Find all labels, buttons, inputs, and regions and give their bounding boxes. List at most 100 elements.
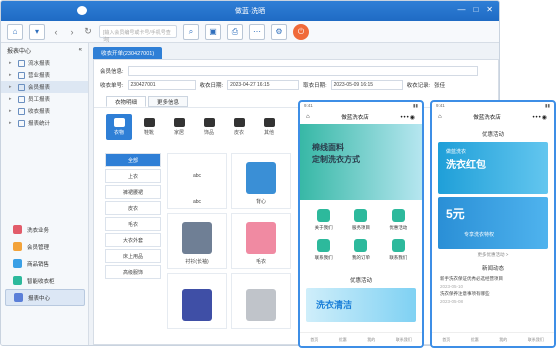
tabbar-home[interactable]: 首页 (310, 337, 318, 343)
more-icon[interactable]: ⋯ (249, 23, 265, 40)
member-field[interactable] (127, 66, 478, 76)
feature-about[interactable]: 关于我们 (306, 206, 341, 234)
tabbar-promo[interactable]: 优惠 (339, 337, 347, 343)
minimize-button[interactable]: — (457, 5, 465, 14)
tab-order[interactable]: 收衣开单(230427001) (93, 47, 163, 59)
category-accessory[interactable]: 饰品 (196, 114, 222, 140)
home-button[interactable]: ⌂ (7, 23, 23, 40)
feature-label: 联系我们 (389, 255, 408, 260)
subcategory-item[interactable]: 上衣 (105, 169, 161, 183)
menu-dots-icon[interactable]: •••◉ (532, 114, 548, 121)
category-shoes[interactable]: 鞋靴 (136, 114, 162, 140)
refresh-icon[interactable]: ↻ (83, 26, 93, 37)
hero-banner[interactable]: 棉线面料 定制洗衣方式 (300, 124, 422, 200)
garment-card[interactable]: abc abc (167, 153, 227, 209)
subcategory-item[interactable]: 皮衣 (105, 201, 161, 215)
coupon-banner[interactable]: 5元 专享洗衣特权 (438, 197, 548, 249)
tree-item[interactable]: ▸ 流水报表 (1, 57, 88, 69)
nav-item-locker[interactable]: 智能收衣柜 (5, 272, 85, 289)
banner-line2: 定制洗衣方式 (312, 155, 360, 164)
category-clothes[interactable]: 衣物 (106, 114, 132, 140)
garment-card[interactable] (167, 273, 227, 329)
more-promos-link[interactable]: 更多优惠活动 > (432, 252, 554, 258)
expand-icon[interactable]: ▸ (9, 60, 15, 66)
subcategory-item[interactable]: 大衣外套 (105, 233, 161, 247)
expand-icon[interactable]: ▸ (9, 96, 15, 102)
locker-icon (13, 276, 22, 285)
back-icon[interactable]: ‹ (51, 27, 61, 37)
garment-card[interactable]: 背心 (231, 153, 291, 209)
red-packet-banner[interactable]: 做蓝洗衣 洗衣红包 (438, 142, 548, 194)
garment-card[interactable]: 衬衫(长袖) (167, 213, 227, 269)
news-item[interactable]: 新手洗衣保证优秀必选经营项目 2023-05-10 (440, 276, 546, 289)
recv-date-field[interactable]: 2023-04-27 16:15 (227, 80, 300, 90)
expand-icon[interactable]: ▸ (9, 84, 15, 90)
member-search-input[interactable]: [输入会员编号或卡号/手机号查询] (99, 25, 177, 43)
subcategory-item[interactable]: 毛衣 (105, 217, 161, 231)
feature-contact[interactable]: 联系我们 (306, 236, 341, 264)
subcategory-item[interactable]: 高级服饰 (105, 265, 161, 279)
sidebar-title: 报表中心 (7, 48, 32, 55)
laundry-icon (13, 225, 22, 234)
nav-item-laundry[interactable]: 洗衣业务 (5, 221, 85, 238)
tabbar-promo[interactable]: 优惠 (471, 337, 479, 343)
garment-card[interactable]: 毛衣 (231, 213, 291, 269)
category-home[interactable]: 家居 (166, 114, 192, 140)
nav-item-reports[interactable]: 报表中心 (5, 289, 85, 306)
garment-label: 衬衫(长袖) (185, 259, 209, 265)
subtab-items[interactable]: 衣物明细 (106, 96, 147, 107)
tabbar-mine[interactable]: 我的 (367, 337, 375, 343)
battery-icon: ▮▮ (545, 103, 550, 108)
nav-item-members[interactable]: 会员管理 (5, 238, 85, 255)
feature-services[interactable]: 服务项目 (343, 206, 378, 234)
tree-item[interactable]: ▸ 报表统计 (1, 117, 88, 129)
news-item[interactable]: 洗衣保养注意事项有哪些 2023-05-08 (440, 291, 546, 304)
garment-card[interactable] (231, 273, 291, 329)
subcategory-item[interactable]: 全部 (105, 153, 161, 167)
print-icon[interactable]: ⎙ (227, 23, 243, 40)
expand-icon[interactable]: ▸ (9, 72, 15, 78)
category-label: 家居 (173, 130, 184, 136)
collapse-icon[interactable]: « (79, 47, 82, 53)
expand-icon[interactable]: ▸ (9, 108, 15, 114)
tabbar-home[interactable]: 首页 (442, 337, 450, 343)
tree-item[interactable]: ▸ 会员报表 (1, 81, 88, 93)
order-no-field[interactable]: 230427001 (127, 80, 196, 90)
tabbar-contact[interactable]: 联系我们 (396, 337, 412, 343)
subtab-more[interactable]: 更多信息 (148, 96, 189, 107)
nav-item-label: 智能收衣柜 (27, 278, 55, 285)
phone-title: 做蓝洗衣店 (341, 115, 369, 121)
expand-icon[interactable]: ▸ (9, 120, 15, 126)
save-icon[interactable]: ▣ (205, 23, 221, 40)
settings-icon[interactable]: ⚙ (271, 23, 287, 40)
pick-date-field[interactable]: 2023-05-09 16:15 (330, 80, 403, 90)
subcategory-item[interactable]: 床上用品 (105, 249, 161, 263)
search-button[interactable]: ⌕ (183, 23, 199, 40)
home-icon[interactable]: ⌂ (438, 114, 442, 120)
tree-item[interactable]: ▸ 营业报表 (1, 69, 88, 81)
feature-promo[interactable]: 优惠活动 (381, 206, 416, 234)
category-leather[interactable]: 皮衣 (226, 114, 252, 140)
home-icon[interactable]: ⌂ (306, 114, 310, 120)
tabbar-contact[interactable]: 联系我们 (528, 337, 544, 343)
maximize-button[interactable]: □ (473, 5, 478, 14)
tabbar-mine[interactable]: 我的 (499, 337, 507, 343)
tree-item[interactable]: ▸ 员工报表 (1, 93, 88, 105)
category-label: 其他 (263, 130, 274, 136)
tree-item[interactable]: ▸ 收衣报表 (1, 105, 88, 117)
status-time: 9:41 (304, 103, 313, 108)
nav-item-sales[interactable]: 商品销售 (5, 255, 85, 272)
garment-grid: abc abc 背心 衬衫(长袖) 毛衣 (167, 153, 297, 329)
subcategory-item[interactable]: 裤裙腰裙 (105, 185, 161, 199)
promo-banner[interactable]: 洗衣清洁 (306, 288, 416, 322)
power-icon[interactable]: ⏻ (293, 23, 309, 40)
close-button[interactable]: ✕ (486, 5, 493, 14)
feature-contact-2[interactable]: 联系我们 (381, 236, 416, 264)
category-other[interactable]: 其他 (256, 114, 282, 140)
menu-button[interactable]: ▾ (29, 23, 45, 40)
home-textile-icon (173, 118, 185, 127)
promo-text: 洗衣清洁 (316, 300, 353, 310)
menu-dots-icon[interactable]: •••◉ (400, 114, 416, 121)
forward-icon[interactable]: › (67, 27, 77, 37)
feature-orders[interactable]: 我的订单 (343, 236, 378, 264)
